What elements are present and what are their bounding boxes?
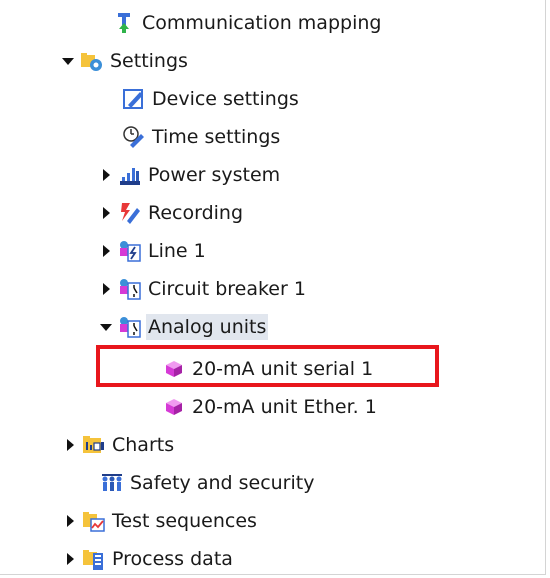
power-system-icon [118, 163, 142, 187]
unit-cube-icon [162, 357, 186, 381]
tree-item-analog-units[interactable]: Analog units [98, 308, 269, 346]
tree-item-process-data[interactable]: Process data [62, 540, 235, 578]
settings-folder-icon [80, 49, 104, 73]
safety-security-icon [100, 471, 124, 495]
line-icon [118, 239, 142, 263]
recording-icon [118, 201, 142, 225]
circuit-breaker-icon [118, 277, 142, 301]
tree-item-line-1[interactable]: Line 1 [98, 232, 208, 270]
tree-item-circuit-breaker-1[interactable]: Circuit breaker 1 [98, 270, 308, 308]
tree-item-label: Process data [112, 548, 233, 570]
tree-item-label: Communication mapping [142, 12, 382, 34]
unit-cube-icon [162, 395, 186, 419]
tree-item-power-system[interactable]: Power system [98, 156, 282, 194]
tree-item-device-settings[interactable]: Device settings [102, 80, 301, 118]
tree-item-label: Settings [110, 50, 188, 72]
tree-item-label: Test sequences [112, 510, 257, 532]
device-settings-icon [122, 87, 146, 111]
chevron-right-icon[interactable] [98, 167, 114, 183]
chevron-right-icon[interactable] [62, 551, 78, 567]
tree-item-20ma-unit-serial-1[interactable]: 20-mA unit serial 1 [142, 350, 375, 388]
chevron-right-icon[interactable] [98, 243, 114, 259]
analog-units-icon [118, 315, 142, 339]
chevron-right-icon[interactable] [98, 281, 114, 297]
chevron-down-icon[interactable] [98, 319, 114, 335]
tree-item-settings[interactable]: Settings [60, 42, 190, 80]
tree-item-label: Line 1 [148, 240, 206, 262]
time-settings-icon [122, 125, 146, 149]
process-data-folder-icon [82, 547, 106, 571]
tree-item-label: 20-mA unit serial 1 [192, 358, 374, 380]
tree-item-label: Circuit breaker 1 [148, 278, 306, 300]
tree-item-charts[interactable]: Charts [62, 426, 176, 464]
tree-item-label: Time settings [152, 126, 281, 148]
tree-item-time-settings[interactable]: Time settings [102, 118, 282, 156]
tree-item-label: Analog units [146, 314, 269, 340]
charts-icon [82, 433, 106, 457]
tree-item-20ma-unit-ether-1[interactable]: 20-mA unit Ether. 1 [142, 388, 379, 426]
tree-item-label: Recording [148, 202, 244, 224]
chevron-right-icon[interactable] [62, 437, 78, 453]
chevron-right-icon[interactable] [98, 205, 114, 221]
tree-item-safety-and-security[interactable]: Safety and security [80, 464, 316, 502]
tree-item-label: Power system [148, 164, 281, 186]
tree-item-test-sequences[interactable]: Test sequences [62, 502, 259, 540]
tree-item-communication-mapping[interactable]: Communication mapping [92, 4, 383, 42]
chevron-down-icon[interactable] [60, 53, 76, 69]
chevron-right-icon[interactable] [62, 513, 78, 529]
tree-item-label: Device settings [152, 88, 299, 110]
tree-item-label: Safety and security [130, 472, 315, 494]
tree-item-label: Charts [112, 434, 175, 456]
communication-mapping-icon [112, 11, 136, 35]
tree-item-label: 20-mA unit Ether. 1 [192, 396, 377, 418]
tree-item-recording[interactable]: Recording [98, 194, 245, 232]
test-sequences-folder-icon [82, 509, 106, 533]
